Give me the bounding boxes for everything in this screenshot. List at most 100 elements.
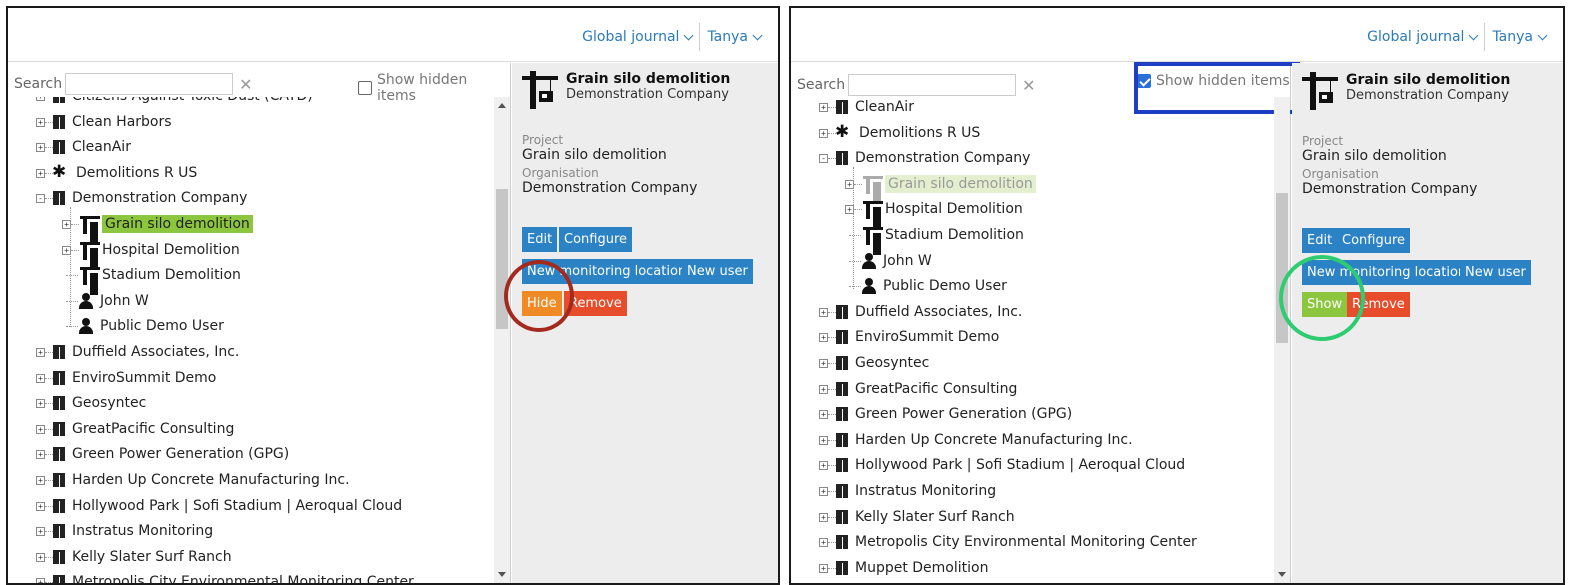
tree-item[interactable]: Metropolis City Environmental Monitoring… [835,531,1197,553]
expand-icon[interactable]: + [819,359,828,368]
tree-item[interactable]: Demonstration Company [835,147,1030,169]
expand-icon[interactable]: + [36,476,45,485]
global-journal-menu[interactable]: Global journal [575,23,699,51]
expand-icon[interactable]: + [819,384,828,394]
expand-icon[interactable]: + [819,103,828,112]
configure-button[interactable]: Configure [1337,228,1411,253]
tree-item[interactable]: Green Power Generation (GPG) [835,403,1072,425]
tree-item[interactable]: Metropolis City Environmental Monitoring… [52,571,414,583]
scroll-down-icon[interactable] [498,572,506,577]
expand-icon[interactable]: + [819,410,828,420]
clear-search-icon[interactable]: ✕ [239,75,252,94]
tree-scrollbar[interactable] [1274,97,1290,583]
tree-item[interactable]: Instratus Monitoring [835,480,996,502]
tree-scrollbar[interactable] [494,97,510,583]
tree-item[interactable]: Grain silo demolition [861,173,1036,195]
tree-item[interactable]: Harden Up Concrete Manufacturing Inc. [52,469,350,491]
tree-item[interactable]: Clean Harbors [52,111,172,133]
global-journal-menu[interactable]: Global journal [1360,23,1484,51]
user-menu-label: Tanya [1492,29,1533,45]
tree-item[interactable]: Hollywood Park | Sofi Stadium | Aeroqual… [52,495,402,517]
tree-item[interactable]: Public Demo User [78,315,224,337]
show-hidden-checkbox[interactable] [358,81,372,95]
tree-item[interactable]: Public Demo User [861,275,1007,297]
tree-item[interactable]: Demolitions R US [835,122,980,144]
expand-icon[interactable]: + [36,552,45,562]
project-title: Grain silo demolition [566,71,731,87]
tree-item[interactable]: Grain silo demolition [78,213,253,235]
project-label: Project [1302,134,1344,148]
collapse-icon[interactable]: - [819,154,828,164]
new-user-button[interactable]: New user [682,259,753,284]
tree-item[interactable]: John W [861,250,932,272]
scroll-thumb[interactable] [1276,193,1288,343]
tree-item[interactable]: Instratus Monitoring [52,520,213,542]
tree-item[interactable]: Harden Up Concrete Manufacturing Inc. [835,429,1133,451]
tree-item[interactable]: Citizens Against Toxic Dust (CATD) [52,97,313,107]
tree-item[interactable]: CleanAir [835,97,914,118]
tree-item-label: Instratus Monitoring [855,483,997,499]
user-menu[interactable]: Tanya [1485,23,1553,51]
tree-item[interactable]: CleanAir [52,136,131,158]
expand-icon[interactable]: + [36,168,45,178]
edit-button[interactable]: Edit [522,227,558,252]
tree-item[interactable]: Geosyntec [52,392,146,414]
tree-item[interactable]: Hollywood Park | Sofi Stadium | Aeroqual… [835,454,1185,476]
scroll-down-icon[interactable] [1278,572,1286,577]
search-input[interactable] [848,74,1017,96]
tree-item[interactable]: Demonstration Company [52,187,247,209]
expand-icon[interactable]: + [36,143,45,153]
hide-button[interactable]: Hide [522,291,562,316]
tree-item[interactable]: GreatPacific Consulting [835,378,1017,400]
expand-icon[interactable]: + [819,333,828,343]
expand-icon[interactable]: + [36,424,45,434]
tree-item[interactable]: Muppet Demolition [835,557,988,579]
expand-icon[interactable]: + [36,97,45,101]
expand-icon[interactable]: + [36,348,45,357]
tree-item[interactable]: Kelly Slater Surf Ranch [835,506,1015,528]
clear-search-icon[interactable]: ✕ [1022,76,1035,95]
tree-item[interactable]: Duffield Associates, Inc. [52,341,239,363]
tree-item[interactable]: John W [78,290,149,312]
tree-item[interactable]: Hospital Demolition [78,239,240,261]
tree-item[interactable]: Stadium Demolition [861,224,1024,246]
expand-icon[interactable]: + [36,450,45,460]
expand-icon[interactable]: + [819,461,828,471]
expand-icon[interactable]: + [36,373,45,383]
expand-icon[interactable]: + [36,501,45,511]
remove-button[interactable]: Remove [1347,292,1410,317]
expand-icon[interactable]: + [36,399,45,409]
expand-icon[interactable]: + [36,578,45,583]
expand-icon[interactable]: + [36,117,45,127]
scroll-up-icon[interactable] [498,103,506,108]
expand-icon[interactable]: + [819,435,828,445]
expand-icon[interactable]: + [819,563,828,573]
new-monitoring-location-button[interactable]: New monitoring location [1302,260,1472,285]
tree-item[interactable]: Green Power Generation (GPG) [52,443,289,465]
show-button[interactable]: Show [1302,292,1348,317]
expand-icon[interactable]: + [819,538,828,548]
tree-item[interactable]: Stadium Demolition [78,264,241,286]
edit-button[interactable]: Edit [1302,228,1338,253]
search-input[interactable] [65,73,234,95]
configure-button[interactable]: Configure [559,227,633,252]
tree-item[interactable]: Hospital Demolition [861,198,1023,220]
tree-item[interactable]: EnviroSummit Demo [52,367,216,389]
tree-item[interactable]: GreatPacific Consulting [52,418,234,440]
tree-item[interactable]: Kelly Slater Surf Ranch [52,546,232,568]
expand-icon[interactable]: + [819,487,828,496]
tree-item[interactable]: Demolitions R US [52,162,197,184]
expand-icon[interactable]: + [819,512,828,522]
tree-item[interactable]: Geosyntec [835,352,929,374]
expand-icon[interactable]: + [819,128,828,138]
tree-item[interactable]: Duffield Associates, Inc. [835,301,1022,323]
collapse-icon[interactable]: - [36,194,45,204]
user-menu[interactable]: Tanya [700,23,768,51]
expand-icon[interactable]: + [819,307,828,317]
tree-item[interactable]: EnviroSummit Demo [835,326,999,348]
remove-button[interactable]: Remove [564,291,627,316]
scroll-thumb[interactable] [496,189,508,329]
new-user-button[interactable]: New user [1460,260,1531,285]
expand-icon[interactable]: + [36,527,45,537]
new-monitoring-location-button[interactable]: New monitoring location [522,259,692,284]
